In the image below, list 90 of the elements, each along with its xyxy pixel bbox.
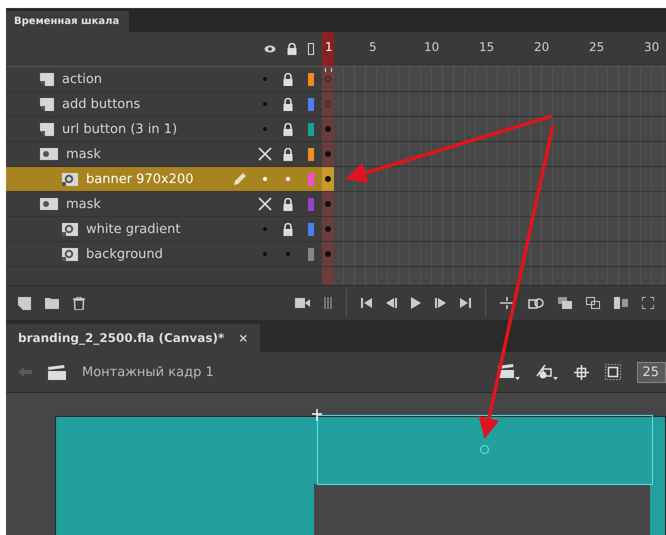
mask-layer-icon [40,148,58,160]
lock-icon[interactable] [282,222,292,236]
layer-color-swatch[interactable] [308,198,314,210]
frame-number: 25 [589,40,604,54]
close-tab-button[interactable]: × [238,331,248,345]
frame-number: 1 [325,40,333,54]
lock-icon[interactable] [282,122,292,136]
layer-color-swatch[interactable] [308,122,314,136]
current-frame-cell[interactable] [322,217,334,241]
lock-icon[interactable] [282,72,292,86]
unlocked-dot[interactable] [286,252,290,256]
visible-dot[interactable] [262,102,266,106]
masked-layer-icon [62,172,78,186]
marker-range-icon[interactable] [642,297,654,309]
scene-name[interactable]: Монтажный кадр 1 [82,364,214,380]
lock-icon[interactable] [287,43,297,55]
layer-color-swatch[interactable] [308,222,314,236]
lock-icon[interactable] [282,198,292,210]
layer-icon [40,98,54,110]
clip-stage-icon[interactable] [605,364,622,380]
document-tab[interactable]: branding_2_2500.fla (Canvas)* × [6,324,260,352]
lock-icon[interactable] [282,148,292,160]
visible-dot[interactable] [262,227,266,231]
onion-skin-icon[interactable] [558,297,572,309]
keyframe[interactable] [325,176,331,182]
play-icon[interactable] [411,297,421,309]
step-forward-icon[interactable] [435,298,446,308]
frame-number: 15 [479,40,494,54]
layer-name: white gradient [86,222,182,236]
layer-name: mask [66,196,102,212]
selection-outline[interactable] [317,415,653,485]
zoom-field[interactable]: 25 [637,362,666,382]
edit-frames-icon[interactable] [614,297,628,309]
masked-layer-icon [62,248,78,260]
registration-mark-icon [312,409,322,421]
layer-color-swatch[interactable] [308,172,314,186]
frame-number: 10 [424,40,440,54]
visible-dot[interactable] [262,177,266,181]
loop-icon[interactable] [528,296,544,310]
current-frame-cell [322,267,334,285]
new-layer-icon[interactable] [18,296,31,310]
layer-name: action [62,72,104,86]
folder-icon[interactable] [45,297,59,309]
trash-icon[interactable] [73,296,85,310]
bars-icon[interactable] [324,297,332,309]
camera-icon[interactable] [295,298,310,308]
outline-icon[interactable] [308,43,314,55]
hidden-x-icon[interactable] [258,197,272,211]
current-frame-cell[interactable] [322,167,334,191]
current-frame-cell[interactable] [322,142,334,166]
layer-name: add buttons [62,96,142,112]
clapperboard-dropdown-icon[interactable] [498,364,520,380]
frame-number: 20 [534,40,550,54]
layer-icon [40,72,54,86]
lock-icon[interactable] [282,98,292,110]
layer-name: banner 970x200 [86,172,194,186]
first-frame-icon[interactable] [361,298,372,308]
current-frame-cell[interactable] [322,242,334,266]
center-frame-icon[interactable] [500,297,514,309]
pencil-icon [233,172,247,186]
visible-dot[interactable] [262,127,266,131]
hidden-x-icon[interactable] [258,147,272,161]
shapes-dropdown-icon[interactable] [536,364,558,380]
layer-color-swatch[interactable] [308,148,314,160]
layer-name: background [86,246,164,262]
layer-name: url button (3 in 1) [62,122,178,136]
unlocked-dot[interactable] [286,177,290,181]
visible-dot[interactable] [262,77,266,81]
crosshair-icon[interactable] [574,364,590,380]
current-frame-cell[interactable] [322,192,334,216]
current-frame-cell[interactable] [322,92,334,116]
layer-color-swatch[interactable] [308,72,314,86]
layer-color-swatch[interactable] [308,98,314,110]
layer-icon [40,122,54,136]
layer-name: mask [66,146,102,162]
frame-number: 5 [369,40,377,54]
eye-icon[interactable] [264,45,276,53]
frame-number: 30 [644,40,660,54]
current-frame-cell[interactable] [322,117,334,141]
last-frame-icon[interactable] [460,298,471,308]
masked-layer-icon [62,222,78,236]
layer-color-swatch[interactable] [308,248,314,260]
panel-tab[interactable]: Временная шкала [6,11,130,32]
onion-outline-icon[interactable] [586,297,600,309]
current-frame-cell[interactable] [322,67,334,91]
step-back-icon[interactable] [386,298,397,308]
mask-layer-icon [40,198,58,210]
visible-dot[interactable] [262,252,266,256]
playhead[interactable] [322,32,334,66]
clapperboard-icon [48,364,66,380]
